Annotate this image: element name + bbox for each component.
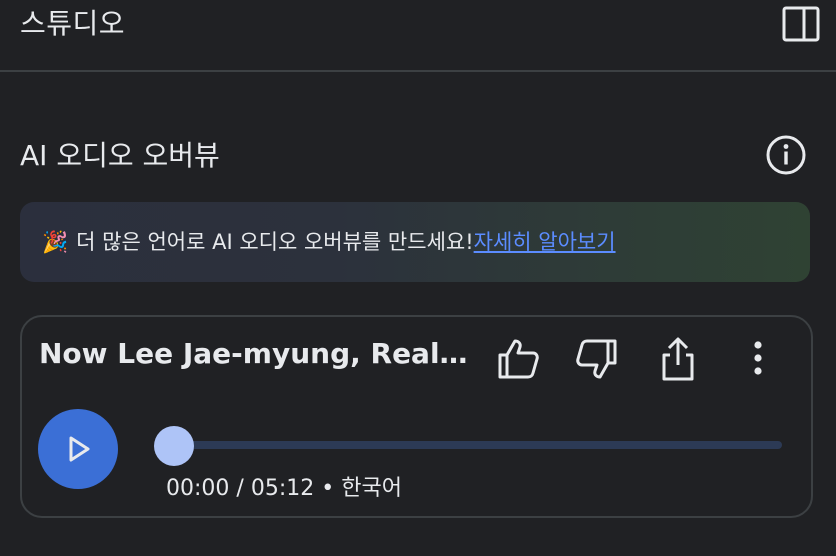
- party-popper-icon: 🎉: [42, 230, 69, 254]
- info-icon[interactable]: [764, 133, 808, 177]
- studio-title: 스튜디오: [20, 7, 126, 40]
- side-panel-icon[interactable]: [782, 5, 820, 43]
- studio-header: 스튜디오: [0, 0, 836, 72]
- progress-thumb[interactable]: [154, 426, 194, 466]
- current-time: 00:00: [166, 476, 230, 501]
- play-icon: [69, 436, 90, 462]
- audio-title: Now Lee Jae-myung, Real Estate Politics: [39, 337, 469, 370]
- audio-overview-title: AI 오디오 오버뷰: [20, 139, 220, 172]
- banner-content: 🎉 더 많은 언어로 AI 오디오 오버뷰를 만드세요!자세히 알아보기: [42, 226, 616, 256]
- audio-player-card: Now Lee Jae-myung, Real Estate Politics: [20, 315, 813, 518]
- share-icon[interactable]: [654, 335, 702, 383]
- progress-track[interactable]: [172, 441, 782, 449]
- language-promo-banner: 🎉 더 많은 언어로 AI 오디오 오버뷰를 만드세요!자세히 알아보기: [20, 202, 810, 282]
- time-row: 00:00 / 05:12 • 한국어: [166, 470, 402, 502]
- dot-separator: •: [321, 476, 335, 501]
- more-vert-icon[interactable]: [734, 335, 782, 383]
- banner-text: 더 많은 언어로 AI 오디오 오버뷰를 만드세요!: [76, 230, 474, 254]
- audio-language: 한국어: [341, 476, 402, 501]
- thumbs-down-icon[interactable]: [573, 335, 621, 383]
- learn-more-link[interactable]: 자세히 알아보기: [474, 230, 616, 254]
- duration: 05:12: [250, 476, 315, 501]
- play-button[interactable]: [38, 409, 118, 489]
- time-separator: /: [236, 476, 244, 501]
- thumbs-up-icon[interactable]: [494, 335, 542, 383]
